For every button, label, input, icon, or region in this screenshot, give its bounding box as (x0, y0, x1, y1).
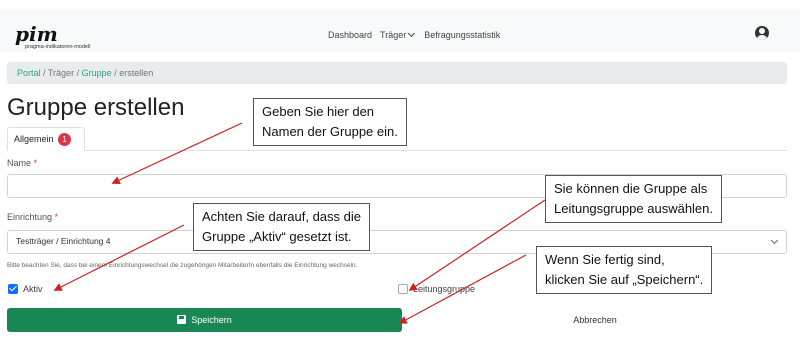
einrichtung-label-text: Einrichtung (7, 212, 53, 222)
tab-divider (7, 150, 787, 151)
nav-traeger[interactable]: Träger (380, 29, 416, 40)
save-button-label: Speichern (191, 315, 232, 325)
nav-traeger-label: Träger (380, 30, 407, 40)
aktiv-label[interactable]: Aktiv (23, 284, 43, 294)
chevron-down-icon (770, 236, 779, 245)
user-account-icon[interactable] (755, 26, 769, 40)
logo-text: pim (15, 22, 58, 46)
logo-subtitle: pragma-indikatoren-modell (25, 44, 91, 50)
callout-leitung-line2: Leitungsgruppe auswählen. (554, 201, 714, 216)
breadcrumb-separator: / (43, 68, 46, 78)
save-button[interactable]: Speichern (7, 308, 402, 332)
tab-allgemein-label: Allgemein (14, 134, 54, 144)
required-mark: * (33, 158, 38, 168)
callout-leitung: Sie können die Gruppe als Leitungsgruppe… (545, 175, 723, 223)
nav-befragungsstatistik[interactable]: Befragungsstatistik (424, 30, 500, 40)
callout-name: Geben Sie hier den Namen der Gruppe ein. (253, 98, 407, 146)
callout-name-line1: Geben Sie hier den (262, 104, 375, 119)
logo[interactable]: pim pragma-indikatoren-modell (15, 24, 115, 52)
tab-allgemein[interactable]: Allgemein 1 (7, 127, 85, 151)
error-count-badge: 1 (58, 133, 72, 146)
nav-dashboard[interactable]: Dashboard (328, 30, 372, 40)
name-label-text: Name (7, 158, 32, 168)
einrichtung-select-value: Testträger / Einrichtung 4 (16, 236, 111, 246)
callout-aktiv-line2: Gruppe „Aktiv“ gesetzt ist. (202, 229, 352, 244)
breadcrumb-portal[interactable]: Portal (17, 68, 41, 78)
page-title: Gruppe erstellen (7, 94, 185, 121)
breadcrumb-gruppe[interactable]: Gruppe (82, 68, 112, 78)
user-icon-body (757, 35, 767, 40)
cancel-button[interactable]: Abbrechen (540, 308, 650, 332)
chevron-down-icon (408, 29, 416, 38)
breadcrumb: Portal / Träger / Gruppe / erstellen (7, 62, 787, 84)
callout-save-line1: Wenn Sie fertig sind, (545, 252, 665, 267)
callout-save: Wenn Sie fertig sind, klicken Sie auf „S… (536, 246, 713, 294)
breadcrumb-erstellen: erstellen (119, 68, 154, 78)
breadcrumb-traeger: Träger (47, 68, 75, 78)
callout-name-line2: Namen der Gruppe ein. (262, 124, 398, 139)
einrichtung-hint: Bitte beachten Sie, dass bei einem Einri… (7, 262, 358, 269)
callout-aktiv-line1: Achten Sie darauf, dass die (202, 209, 361, 224)
callout-save-line2: klicken Sie auf „Speichern“. (545, 272, 704, 287)
callout-leitung-line1: Sie können die Gruppe als (554, 181, 708, 196)
aktiv-checkbox[interactable] (8, 284, 18, 294)
callout-aktiv: Achten Sie darauf, dass die Gruppe „Akti… (193, 203, 370, 251)
leitungsgruppe-label[interactable]: Leitungsgruppe (413, 284, 475, 294)
leitungsgruppe-checkbox[interactable] (398, 284, 408, 294)
einrichtung-label: Einrichtung * (7, 212, 58, 222)
user-icon-head (759, 28, 765, 34)
name-label: Name * (7, 158, 37, 168)
floppy-disk-icon (177, 315, 187, 324)
required-mark: * (54, 212, 59, 222)
main-nav: Dashboard Träger Befragungsstatistik (328, 29, 500, 40)
breadcrumb-separator: / (114, 68, 117, 78)
breadcrumb-separator: / (76, 68, 80, 78)
